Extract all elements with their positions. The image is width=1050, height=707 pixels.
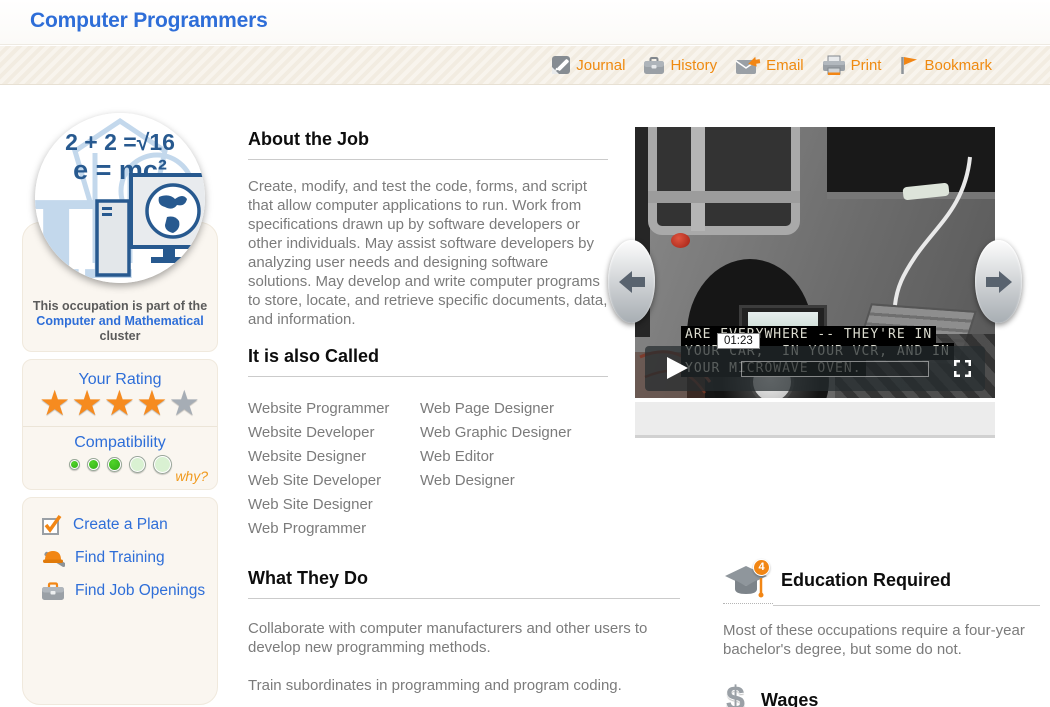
career-cluster-badge: π 2 + 2 =√16 e = mc² (35, 113, 205, 283)
wages-heading: Wages (761, 690, 818, 707)
fullscreen-button[interactable] (954, 360, 971, 377)
header: Computer Programmers (0, 0, 1050, 45)
what-they-do-heading: What They Do (248, 568, 680, 589)
alias-item: Web Site Designer (248, 493, 420, 517)
print-label: Print (851, 57, 882, 74)
progress-bar[interactable] (741, 361, 929, 377)
cluster-link[interactable]: Computer and Mathematical (36, 314, 203, 328)
heading-rule (773, 605, 1040, 606)
checkbox-icon (41, 514, 63, 536)
alias-columns: Website Programmer Website Developer Web… (248, 397, 608, 541)
about-the-job-section: About the Job Create, modify, and test t… (248, 129, 608, 329)
bookmark-icon (899, 55, 919, 75)
why-link[interactable]: why? (175, 468, 208, 484)
heading-rule (248, 159, 608, 160)
about-body: Create, modify, and test the code, forms… (248, 177, 608, 329)
about-heading: About the Job (248, 129, 608, 150)
find-training-label: Find Training (75, 549, 165, 567)
next-video-button[interactable] (975, 240, 1022, 323)
alias-item: Web Graphic Designer (420, 421, 571, 445)
dollar-icon: $ (726, 680, 745, 707)
toolbar: Journal History Email (0, 46, 1050, 85)
time-tooltip: 01:23 (717, 333, 760, 349)
cluster-prefix: This occupation is part of the (33, 299, 207, 313)
compatibility-dot (69, 459, 80, 470)
star-icon[interactable]: ★ (39, 384, 71, 423)
briefcase-icon (41, 581, 65, 601)
print-icon (822, 55, 846, 75)
compatibility-label[interactable]: Compatibility (23, 434, 217, 452)
create-a-plan-label: Create a Plan (73, 516, 168, 534)
cluster-text: This occupation is part of the Computer … (31, 299, 209, 344)
journal-button[interactable]: Journal (551, 55, 625, 75)
career-profile-page: Computer Programmers Journal History (0, 0, 1050, 707)
journal-label: Journal (576, 57, 625, 74)
computer-globe-art (35, 113, 205, 283)
star-icon[interactable]: ★ (71, 384, 103, 423)
alias-item: Web Programmer (248, 517, 420, 541)
also-called-heading: It is also Called (248, 346, 608, 367)
star-icon[interactable]: ★ (136, 384, 168, 423)
actions-list: Create a Plan Find Training Find Job Ope… (41, 508, 209, 607)
star-icon[interactable]: ★ (104, 384, 136, 423)
create-a-plan-link[interactable]: Create a Plan (41, 508, 209, 541)
find-job-openings-label: Find Job Openings (75, 582, 205, 600)
alias-item: Web Site Developer (248, 469, 420, 493)
alias-item: Web Editor (420, 445, 571, 469)
alias-item: Website Designer (248, 445, 420, 469)
cluster-suffix: cluster (100, 329, 141, 343)
play-button[interactable] (667, 357, 688, 379)
compatibility-dot (129, 456, 146, 473)
alias-column-1: Website Programmer Website Developer Web… (248, 397, 420, 541)
heading-rule (248, 598, 680, 599)
education-heading: Education Required (781, 570, 951, 591)
arrow-right-icon (984, 268, 1014, 296)
hardhat-icon (41, 547, 65, 569)
history-icon (643, 56, 665, 75)
wages-header: $ Wages (723, 682, 1040, 707)
star-icon[interactable]: ★ (169, 384, 201, 423)
find-job-openings-link[interactable]: Find Job Openings (41, 574, 209, 607)
compatibility-dot (153, 455, 172, 474)
what-they-do-paragraph: Train subordinates in programming and pr… (248, 676, 680, 695)
alias-item: Website Programmer (248, 397, 420, 421)
email-button[interactable]: Email (735, 56, 804, 75)
alias-item: Web Page Designer (420, 397, 571, 421)
what-they-do-paragraph: Collaborate with computer manufacturers … (248, 619, 680, 657)
also-called-section: It is also Called Website Programmer Web… (248, 346, 608, 541)
compatibility-dot (107, 457, 122, 472)
arrow-left-icon (617, 268, 647, 296)
graduation-cap-icon: 4 (723, 562, 773, 604)
actions-card: Create a Plan Find Training Find Job Ope… (22, 497, 218, 705)
email-icon (735, 56, 761, 75)
education-body: Most of these occupations require a four… (723, 621, 1040, 659)
rating-stars: ★★★★★ (23, 386, 217, 422)
email-label: Email (766, 57, 804, 74)
history-button[interactable]: History (643, 56, 717, 75)
page-title: Computer Programmers (30, 9, 268, 33)
alias-item: Web Designer (420, 469, 571, 493)
print-button[interactable]: Print (822, 55, 882, 75)
journal-icon (551, 55, 571, 75)
what-they-do-section: What They Do Collaborate with computer m… (248, 568, 680, 695)
alias-column-2: Web Page Designer Web Graphic Designer W… (420, 397, 571, 541)
find-training-link[interactable]: Find Training (41, 541, 209, 574)
previous-video-button[interactable] (608, 240, 655, 323)
alias-item: Website Developer (248, 421, 420, 445)
heading-rule (248, 376, 608, 377)
education-section: 4 Education Required Most of these occup… (723, 560, 1040, 707)
education-level-badge: 4 (753, 559, 770, 576)
compatibility-dot (87, 458, 100, 471)
history-label: History (670, 57, 717, 74)
bookmark-button[interactable]: Bookmark (899, 55, 992, 75)
bookmark-label: Bookmark (924, 57, 992, 74)
divider (23, 426, 217, 427)
education-header: 4 Education Required (723, 560, 1040, 606)
video-caption-strip (635, 402, 995, 438)
video-frame: ARE EVERYWHERE -- THEY'RE IN YOUR CAR, I… (635, 127, 995, 398)
video-player[interactable]: ARE EVERYWHERE -- THEY'RE IN YOUR CAR, I… (635, 127, 995, 398)
video-control-bar: 01:23 (645, 346, 985, 391)
rating-card: Your Rating ★★★★★ Compatibility why? (22, 359, 218, 490)
